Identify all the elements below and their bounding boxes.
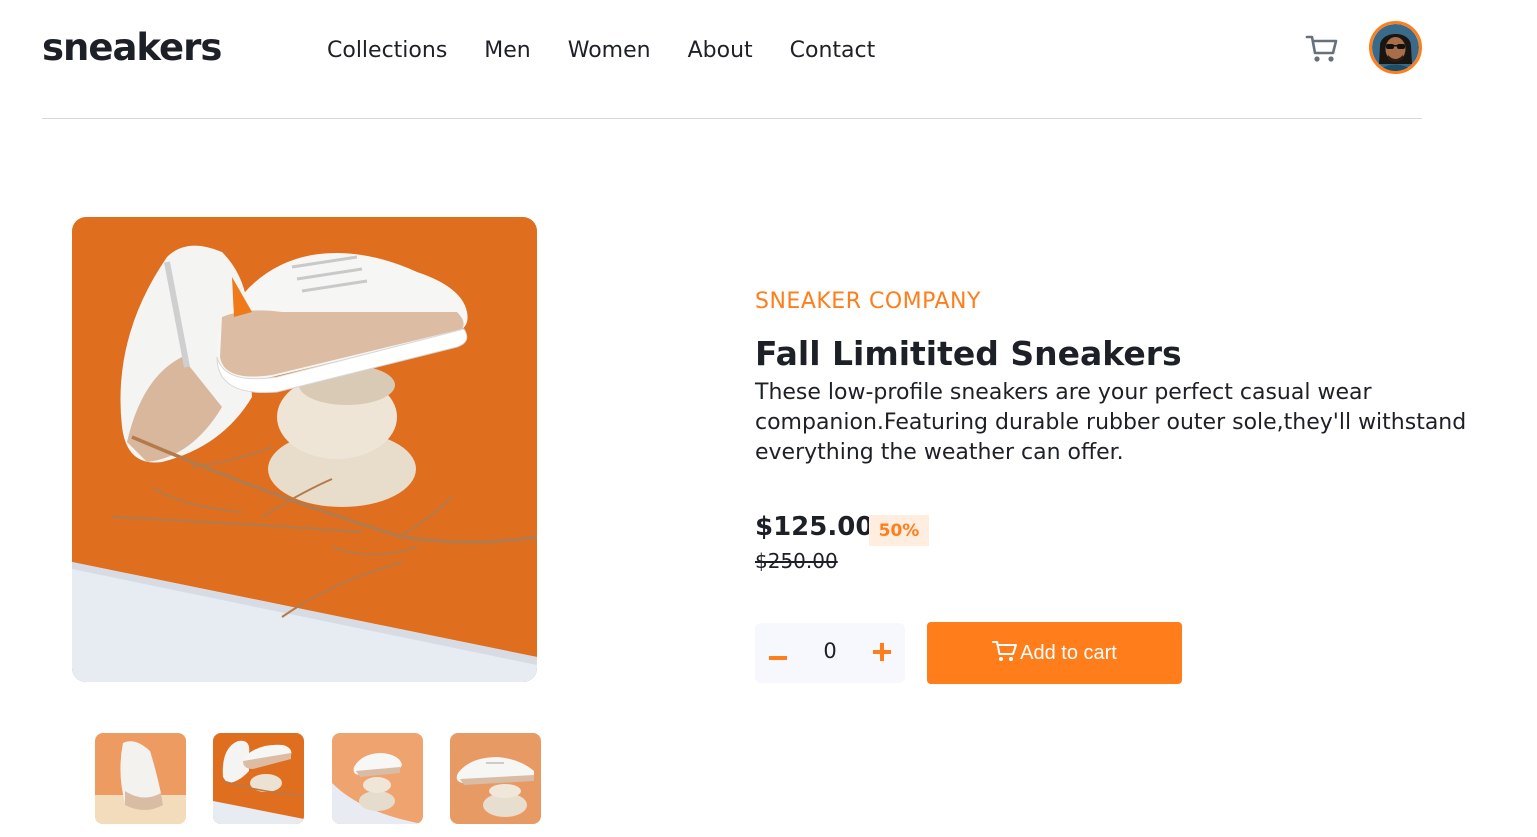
quantity-stepper: 0	[755, 623, 905, 683]
nav-about[interactable]: About	[688, 38, 753, 63]
product-main-image[interactable]	[72, 217, 537, 682]
nav-men[interactable]: Men	[484, 38, 530, 63]
main-nav: Collections Men Women About Contact	[327, 38, 912, 63]
product-title: Fall Limitited Sneakers	[755, 334, 1182, 373]
original-price: $250.00	[755, 549, 838, 573]
add-to-cart-label: Add to cart	[1020, 641, 1117, 664]
cart-icon	[992, 641, 1018, 661]
nav-collections[interactable]: Collections	[327, 38, 447, 63]
thumbnail-2[interactable]	[213, 733, 304, 824]
product-page: sneakers Collections Men Women About Con…	[0, 0, 1537, 837]
add-to-cart-button[interactable]: Add to cart	[927, 622, 1182, 684]
increase-quantity-button[interactable]	[867, 637, 897, 667]
nav-contact[interactable]: Contact	[790, 38, 876, 63]
product-description: These low-profile sneakers are your perf…	[755, 380, 1467, 465]
nav-women[interactable]: Women	[568, 38, 651, 63]
cart-icon[interactable]	[1304, 30, 1340, 66]
current-price: $125.00	[755, 512, 874, 542]
site-header: sneakers Collections Men Women About Con…	[42, 0, 1422, 119]
thumbnail-4[interactable]	[450, 733, 541, 824]
decrease-quantity-button[interactable]	[763, 639, 793, 669]
thumbnail-1[interactable]	[95, 733, 186, 824]
thumbnail-3[interactable]	[332, 733, 423, 824]
discount-badge: 50%	[869, 515, 929, 546]
logo[interactable]: sneakers	[42, 26, 222, 69]
quantity-value: 0	[823, 639, 837, 663]
user-avatar[interactable]	[1369, 21, 1422, 74]
company-name: SNEAKER COMPANY	[755, 289, 981, 314]
